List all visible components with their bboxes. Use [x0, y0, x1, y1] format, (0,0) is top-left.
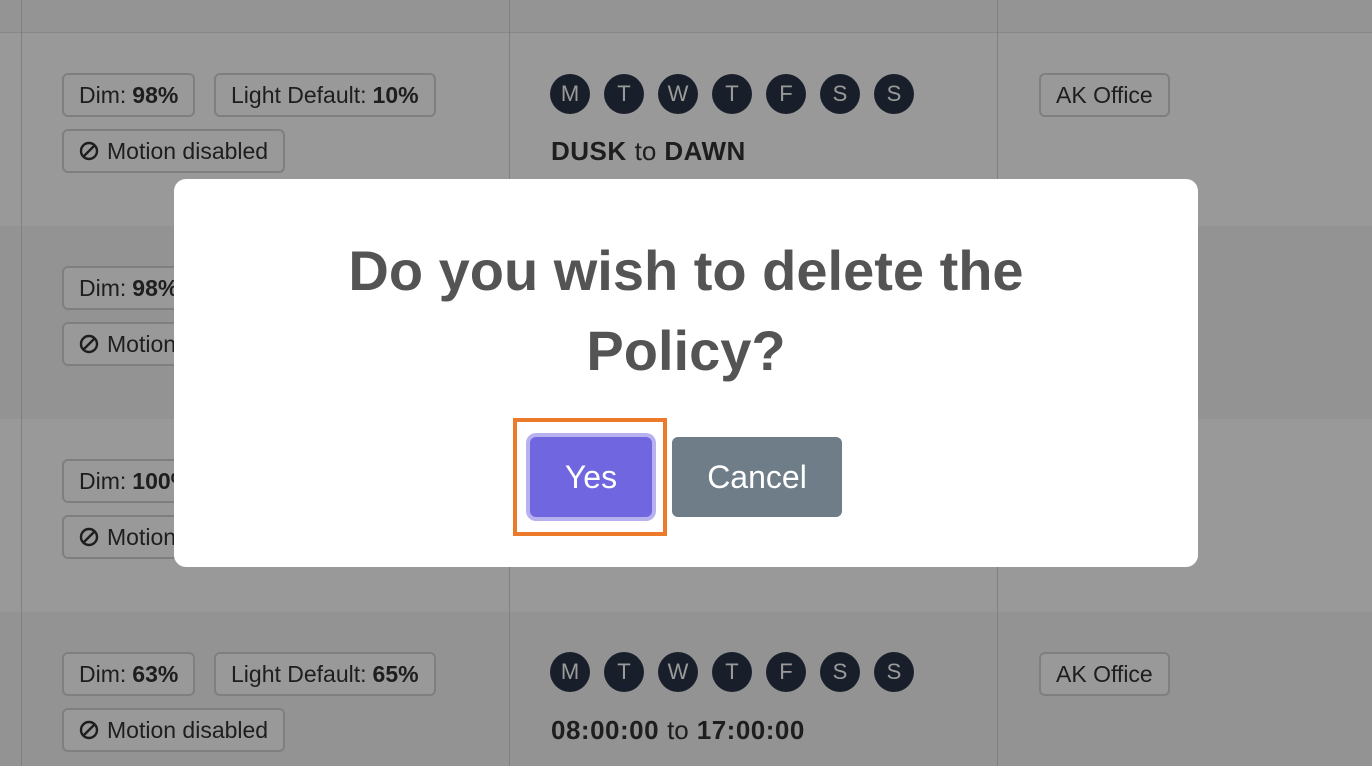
confirm-yes-button[interactable]: Yes — [530, 437, 652, 517]
page: Dim: 98% Light Default: 10% Motion disable… — [0, 0, 1372, 766]
dialog-title: Do you wish to delete the Policy? — [348, 239, 1024, 382]
delete-confirm-dialog: Do you wish to delete the Policy? Yes Ca… — [174, 179, 1198, 567]
cancel-button[interactable]: Cancel — [672, 437, 842, 517]
